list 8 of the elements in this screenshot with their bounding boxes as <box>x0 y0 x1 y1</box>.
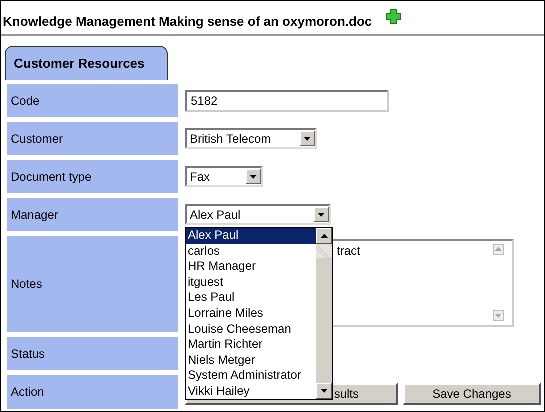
field-label: Customer <box>7 122 178 155</box>
field-label: Manager <box>7 198 178 231</box>
field-label: Action <box>7 375 178 409</box>
field-label: Code <box>7 84 178 117</box>
field-label: Document type <box>7 160 178 193</box>
field-label: Status <box>7 337 178 370</box>
field-label: Notes <box>7 236 178 332</box>
document-title: Knowledge Management Making sense of an oxymoron.doc <box>3 14 372 28</box>
